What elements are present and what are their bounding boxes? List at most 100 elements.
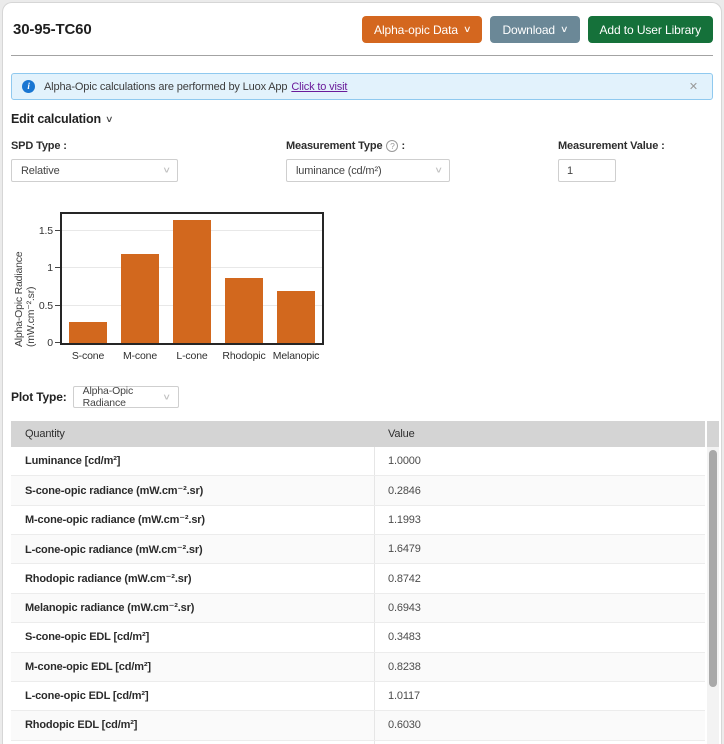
page-title: 30-95-TC60 [13, 21, 354, 38]
bar-rhodopic [225, 278, 263, 343]
bar-melanopic [277, 291, 315, 343]
info-icon: i [22, 80, 35, 93]
table-row: L-cone-opic radiance (mW.cm⁻².sr)1.6479 [11, 535, 705, 564]
chevron-down-icon: ∨ [463, 24, 471, 35]
quantity-cell: L-cone-opic radiance (mW.cm⁻².sr) [11, 535, 375, 563]
value-cell: 1.6479 [375, 543, 705, 555]
y-tick-label: 1.5 [29, 225, 53, 237]
quantity-cell: L-cone-opic EDL [cd/m²] [11, 682, 375, 710]
add-to-user-library-button[interactable]: Add to User Library [588, 16, 713, 43]
chevron-down-icon: ∨ [105, 114, 113, 125]
spd-type-value: Relative [21, 165, 60, 177]
y-tick-label: 0.5 [29, 300, 53, 312]
chevron-down-icon: ∨ [162, 166, 171, 175]
plot-type-select[interactable]: Alpha-Opic Radiance ∨ [73, 386, 179, 408]
value-cell: 0.3483 [375, 631, 705, 643]
column-header-quantity: Quantity [11, 428, 375, 440]
table-row: Rhodopic EDL [cd/m²]0.6030 [11, 711, 705, 740]
table-row: Rhodopic radiance (mW.cm⁻².sr)0.8742 [11, 564, 705, 593]
header-divider [11, 55, 713, 56]
chevron-down-icon: ∨ [434, 166, 443, 175]
measurement-type-select[interactable]: luminance (cd/m²) ∨ [286, 159, 450, 182]
table-row: Melanopic radiance (mW.cm⁻².sr)0.6943 [11, 594, 705, 623]
measurement-type-value: luminance (cd/m²) [296, 165, 381, 177]
measurement-type-label: Measurement Type ? : [286, 140, 558, 152]
table-main: Quantity Value Luminance [cd/m²]1.0000S-… [11, 421, 705, 744]
download-button[interactable]: Download ∨ [490, 16, 579, 43]
y-tick-mark [55, 267, 60, 268]
info-banner: i Alpha-Opic calculations are performed … [11, 73, 713, 100]
download-label: Download [502, 23, 555, 37]
y-tick-label: 0 [29, 337, 53, 349]
quantity-cell: M-cone-opic radiance (mW.cm⁻².sr) [11, 506, 375, 534]
measurement-type-colon: : [401, 140, 405, 152]
y-tick-label: 1 [29, 262, 53, 274]
table-header: Quantity Value [11, 421, 705, 447]
table-row: Melanopic EDL [cd/m²]0.5235 [11, 741, 705, 744]
spd-type-field: SPD Type : Relative ∨ [11, 140, 286, 182]
quantity-cell: Rhodopic radiance (mW.cm⁻².sr) [11, 564, 375, 592]
table-scrollbar-track[interactable] [707, 447, 719, 744]
quantity-cell: Melanopic radiance (mW.cm⁻².sr) [11, 594, 375, 622]
results-table: Quantity Value Luminance [cd/m²]1.0000S-… [11, 421, 719, 744]
value-cell: 1.0117 [375, 690, 705, 702]
table-scrollbar-header [707, 421, 719, 447]
chevron-down-icon: ∨ [163, 392, 172, 401]
table-row: S-cone-opic EDL [cd/m²]0.3483 [11, 623, 705, 652]
plot-type-value: Alpha-Opic Radiance [83, 385, 160, 409]
page-header: 30-95-TC60 Alpha-opic Data ∨ Download ∨ … [3, 3, 721, 55]
banner-text: Alpha-Opic calculations are performed by… [44, 81, 287, 93]
table-row: L-cone-opic EDL [cd/m²]1.0117 [11, 682, 705, 711]
value-cell: 0.6943 [375, 602, 705, 614]
table-row: M-cone-opic radiance (mW.cm⁻².sr)1.1993 [11, 506, 705, 535]
measurement-value-field: Measurement Value : [558, 140, 665, 182]
table-scrollbar-thumb[interactable] [709, 450, 717, 687]
chevron-down-icon: ∨ [560, 24, 568, 35]
help-icon[interactable]: ? [386, 140, 398, 152]
quantity-cell: Rhodopic EDL [cd/m²] [11, 711, 375, 739]
table-scrollbar[interactable] [707, 421, 719, 744]
alpha-opic-radiance-chart: Alpha-Opic Radiance (mW.cm⁻².sr) 00.511.… [11, 210, 356, 369]
bar-l-cone [173, 220, 211, 343]
alpha-opic-data-button[interactable]: Alpha-opic Data ∨ [362, 16, 482, 43]
value-cell: 0.8742 [375, 573, 705, 585]
table-body: Luminance [cd/m²]1.0000S-cone-opic radia… [11, 447, 705, 744]
quantity-cell: S-cone-opic radiance (mW.cm⁻².sr) [11, 476, 375, 504]
click-to-visit-link[interactable]: Click to visit [291, 81, 347, 93]
value-cell: 0.8238 [375, 661, 705, 673]
measurement-value-input[interactable] [558, 159, 616, 182]
edit-calculation-label: Edit calculation [11, 112, 101, 126]
add-to-user-library-label: Add to User Library [600, 23, 701, 37]
value-cell: 1.1993 [375, 514, 705, 526]
y-tick-mark [55, 230, 60, 231]
measurement-type-label-text: Measurement Type [286, 140, 382, 152]
table-row: S-cone-opic radiance (mW.cm⁻².sr)0.2846 [11, 476, 705, 505]
y-tick-mark [55, 342, 60, 343]
bar-s-cone [69, 322, 107, 343]
chart-plot-area: 00.511.5S-coneM-coneL-coneRhodopicMelano… [60, 212, 324, 345]
value-cell: 0.2846 [375, 485, 705, 497]
page-card: 30-95-TC60 Alpha-opic Data ∨ Download ∨ … [2, 2, 722, 744]
quantity-cell: M-cone-opic EDL [cd/m²] [11, 653, 375, 681]
calculation-form: SPD Type : Relative ∨ Measurement Type ?… [11, 140, 713, 182]
measurement-type-field: Measurement Type ? : luminance (cd/m²) ∨ [286, 140, 558, 182]
value-cell: 0.6030 [375, 719, 705, 731]
quantity-cell: Luminance [cd/m²] [11, 447, 375, 475]
measurement-value-label: Measurement Value : [558, 140, 665, 152]
x-tick-label: Melanopic [256, 350, 336, 362]
bar-m-cone [121, 254, 159, 343]
quantity-cell: Melanopic EDL [cd/m²] [11, 741, 375, 744]
table-row: Luminance [cd/m²]1.0000 [11, 447, 705, 476]
quantity-cell: S-cone-opic EDL [cd/m²] [11, 623, 375, 651]
value-cell: 1.0000 [375, 455, 705, 467]
close-icon[interactable]: ✕ [685, 78, 702, 95]
plot-type-row: Plot Type: Alpha-Opic Radiance ∨ [11, 386, 721, 408]
column-header-value: Value [375, 428, 705, 440]
table-row: M-cone-opic EDL [cd/m²]0.8238 [11, 653, 705, 682]
spd-type-select[interactable]: Relative ∨ [11, 159, 178, 182]
alpha-opic-data-label: Alpha-opic Data [374, 23, 458, 37]
plot-type-label: Plot Type: [11, 390, 67, 404]
edit-calculation-toggle[interactable]: Edit calculation ∨ [11, 112, 112, 126]
spd-type-label: SPD Type : [11, 140, 286, 152]
y-tick-mark [55, 305, 60, 306]
